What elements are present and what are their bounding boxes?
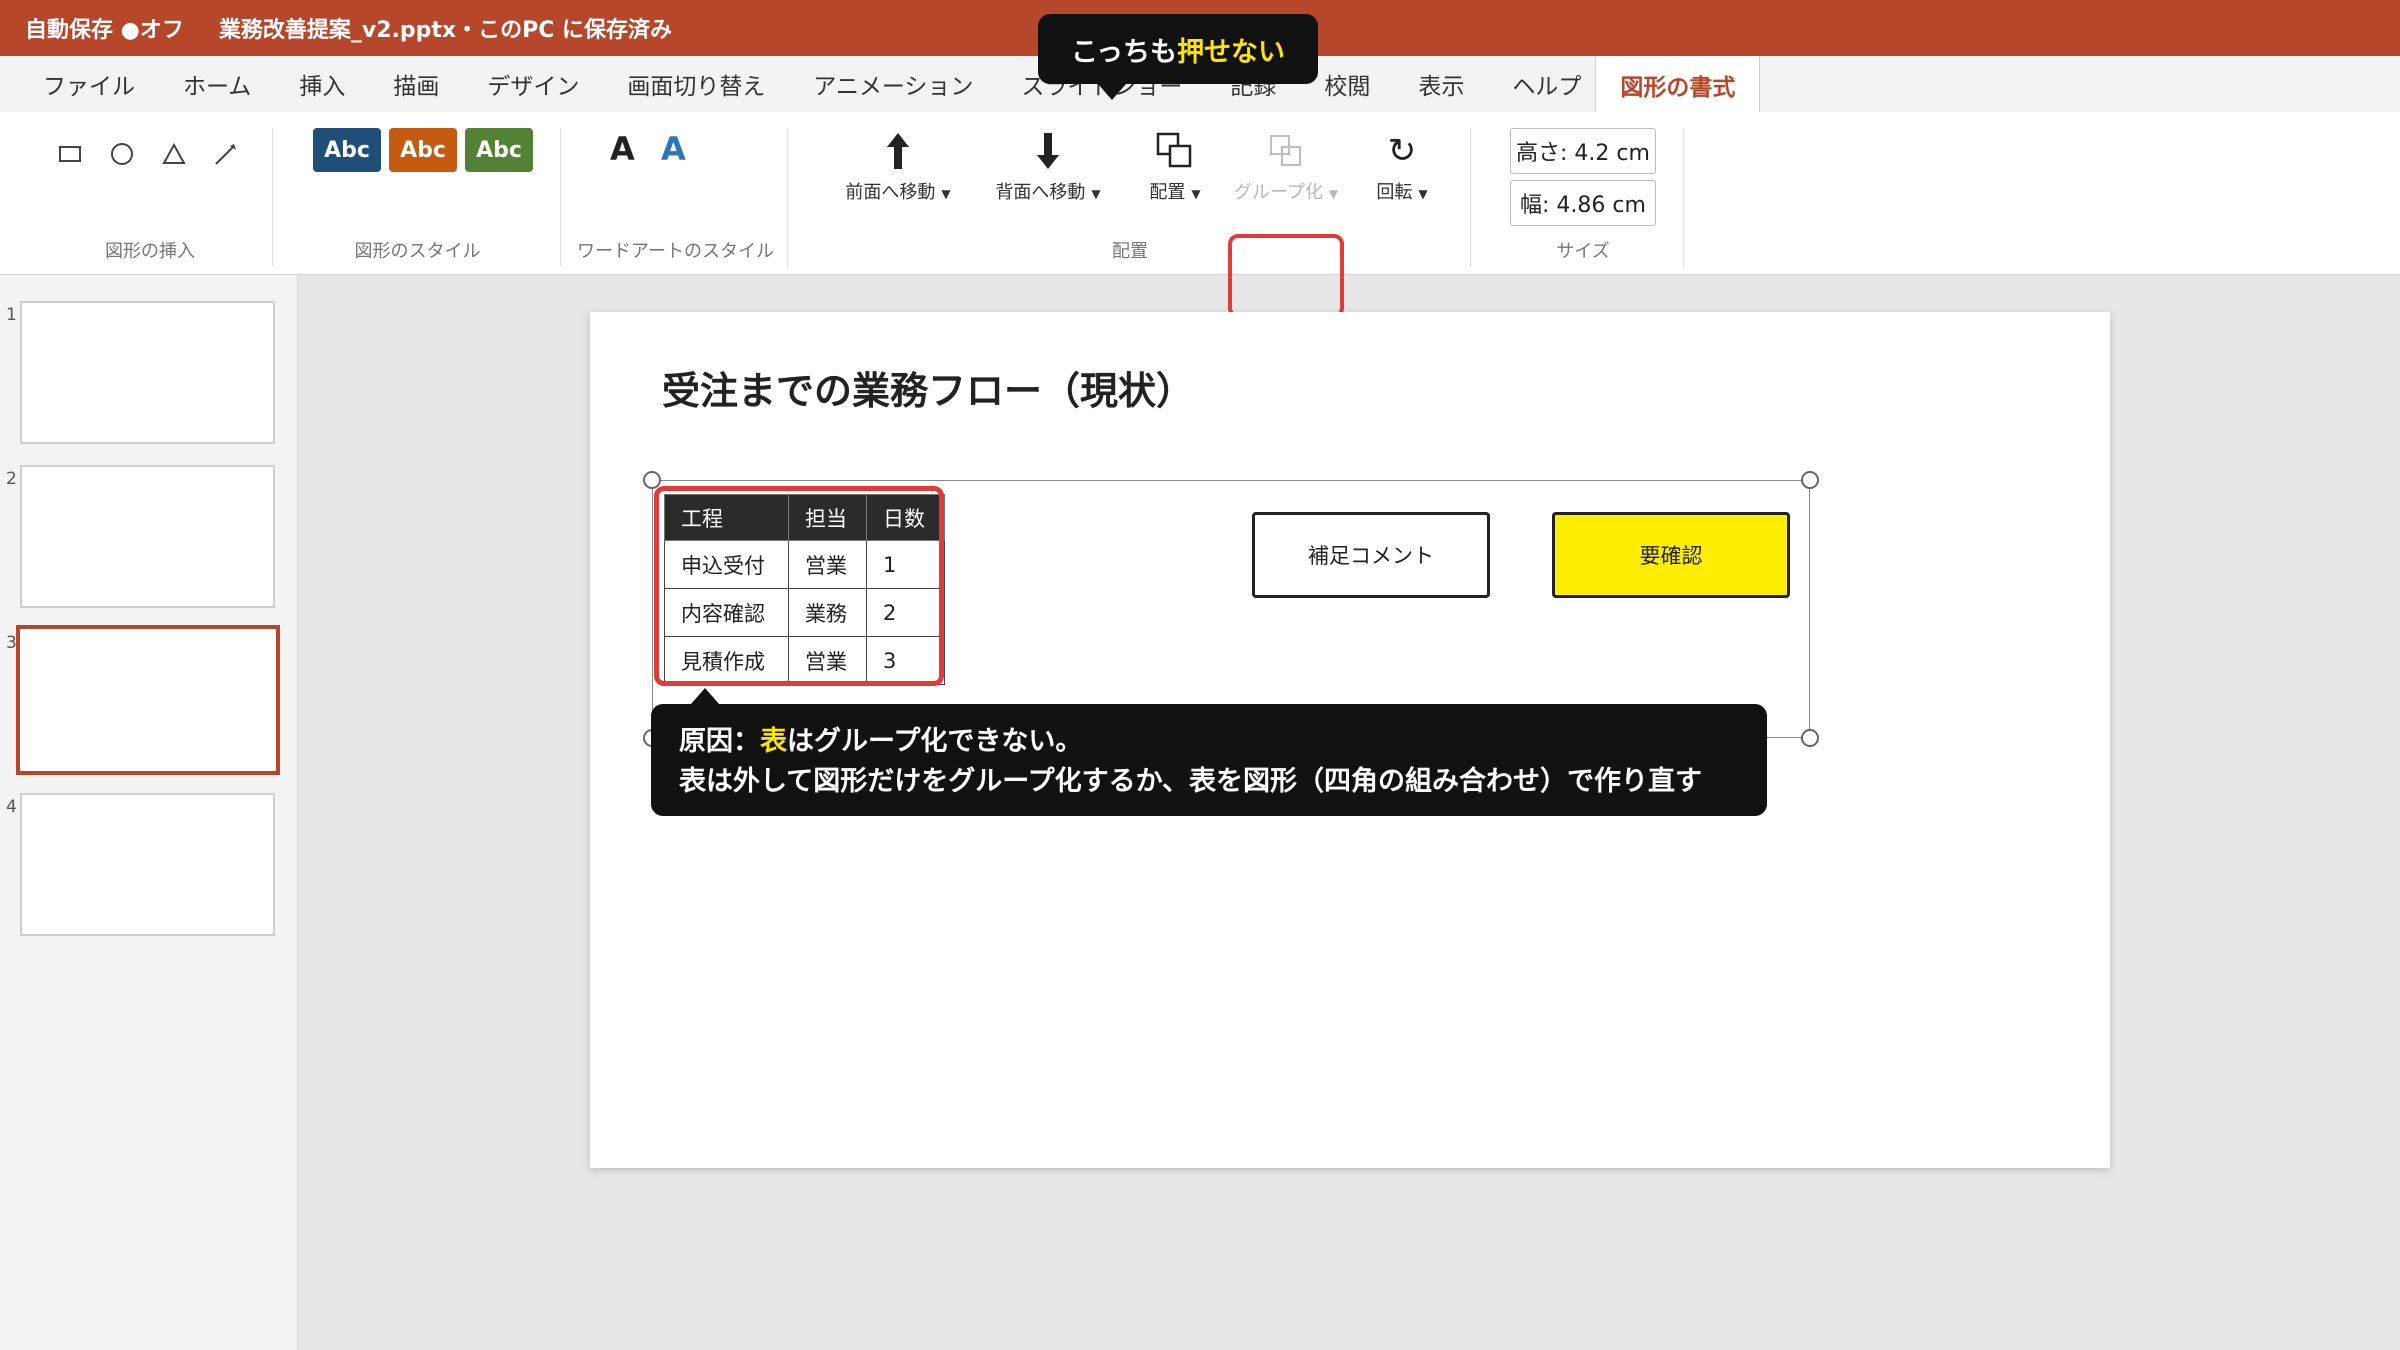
callout-line-1: 原因：表はグループ化できない。 <box>679 722 1739 762</box>
bring-forward-label: 前面へ移動 <box>845 182 936 203</box>
group-label-arrange: 配置 <box>1112 241 1148 262</box>
group-button-highlight <box>1228 234 1344 318</box>
tab-review[interactable]: 校閲 <box>1324 56 1370 112</box>
callout-cannot-press: こっちも 押せない <box>1038 14 1318 100</box>
confirm-shape[interactable]: 要確認 <box>1552 512 1790 598</box>
callout-tail <box>691 688 719 704</box>
thumbnail-number: 4 <box>6 797 17 817</box>
align-label: 配置 <box>1149 182 1186 203</box>
slide-title[interactable]: 受注までの業務フロー（現状） <box>662 360 1194 415</box>
rectangle-icon[interactable] <box>50 134 90 174</box>
oval-icon[interactable] <box>102 134 142 174</box>
resize-handle[interactable] <box>1801 729 1819 747</box>
callout-cause: 原因：表はグループ化できない。 表は外して図形だけをグループ化するか、表を図形（… <box>651 688 1767 816</box>
tab-transitions[interactable]: 画面切り替え <box>627 56 765 112</box>
tab-design[interactable]: デザイン <box>487 56 579 112</box>
thumbnail-number: 1 <box>6 305 17 325</box>
separator <box>787 128 788 266</box>
comment-shape[interactable]: 補足コメント <box>1252 512 1490 598</box>
callout-cause-rest: はグループ化できない。 <box>787 726 1083 757</box>
document-title: 業務改善提案_v2.pptx・このPC に保存済み <box>218 18 672 43</box>
thumbnail-number: 2 <box>6 469 17 489</box>
tab-view[interactable]: 表示 <box>1418 56 1464 112</box>
line-icon[interactable] <box>206 134 246 174</box>
shape-style-blue-button[interactable]: Abc <box>313 128 381 172</box>
tab-animations[interactable]: アニメーション <box>813 56 973 112</box>
callout-cause-prefix: 原因： <box>679 726 760 757</box>
tab-home[interactable]: ホーム <box>183 56 251 112</box>
slide-thumbnail-pane: 1 2 3 4 <box>0 275 298 1350</box>
align-button[interactable]: 配置 ▼ <box>1130 126 1220 204</box>
slide-thumbnail-4[interactable] <box>20 793 275 936</box>
group-wordart-styles: A A ワードアートのスタイル <box>563 112 788 275</box>
group-label-size: サイズ <box>1556 241 1610 262</box>
tab-insert[interactable]: 挿入 <box>299 56 345 112</box>
tab-file[interactable]: ファイル <box>43 56 135 112</box>
triangle-icon[interactable] <box>154 134 194 174</box>
callout-top-text-a: こっちも <box>1070 36 1178 68</box>
group-insert-shapes: 図形の挿入 <box>30 112 270 275</box>
callout-top-text-b: 押せない <box>1177 36 1286 68</box>
shape-style-orange-button[interactable]: Abc <box>389 128 457 172</box>
callout-tail <box>1098 84 1126 100</box>
send-backward-label: 背面へ移動 <box>995 182 1086 203</box>
separator <box>560 128 561 266</box>
group-size: サイズ <box>1478 112 1688 275</box>
separator <box>1683 128 1684 266</box>
autosave-toggle[interactable]: 自動保存 ●オフ <box>25 12 184 44</box>
arrow-down-icon <box>988 126 1108 176</box>
bring-forward-button[interactable]: 前面へ移動 ▼ <box>838 126 958 204</box>
resize-handle[interactable] <box>1801 471 1819 489</box>
separator <box>1470 128 1471 266</box>
group-icon <box>1232 126 1340 176</box>
send-backward-button[interactable]: 背面へ移動 ▼ <box>988 126 1108 204</box>
group-button[interactable]: グループ化 ▼ <box>1232 126 1340 204</box>
group-label-shape-styles: 図形のスタイル <box>354 241 481 262</box>
tab-draw[interactable]: 描画 <box>393 56 439 112</box>
group-arrange: 前面へ移動 ▼ 背面へ移動 ▼ 配置 ▼ グループ化 ▼ ↻ 回転 ▼ 配置 <box>790 112 1470 275</box>
callout-line-2: 表は外して図形だけをグループ化するか、表を図形（四角の組み合わせ）で作り直す <box>679 766 1703 797</box>
slide-thumbnail-1[interactable] <box>20 301 275 444</box>
table-highlight <box>654 486 944 686</box>
align-icon <box>1130 126 1220 176</box>
group-label: グループ化 <box>1233 182 1323 203</box>
slide-thumbnail-2[interactable] <box>20 465 275 608</box>
rotate-icon: ↻ <box>1387 131 1417 171</box>
slide-thumbnail-3[interactable] <box>16 625 280 775</box>
ribbon: 図形の挿入 Abc Abc Abc 図形のスタイル A A ワードアートのスタイ… <box>0 112 2400 318</box>
callout-cause-keyword: 表 <box>760 726 787 757</box>
tab-shape-format[interactable]: 図形の書式 <box>1595 56 1761 114</box>
wordart-text-outline-button[interactable]: A <box>661 130 686 168</box>
group-label-insert-shapes: 図形の挿入 <box>105 241 195 262</box>
wordart-text-fill-button[interactable]: A <box>610 130 635 168</box>
separator <box>272 128 273 266</box>
tab-help[interactable]: ヘルプ <box>1512 56 1581 112</box>
group-label-wordart-styles: ワードアートのスタイル <box>577 241 774 262</box>
rotate-button[interactable]: ↻ 回転 ▼ <box>1362 126 1442 204</box>
arrow-up-icon <box>838 126 958 176</box>
rotate-label: 回転 <box>1376 182 1413 203</box>
shape-style-green-button[interactable]: Abc <box>465 128 533 172</box>
group-shape-styles: Abc Abc Abc 図形のスタイル <box>275 112 560 275</box>
